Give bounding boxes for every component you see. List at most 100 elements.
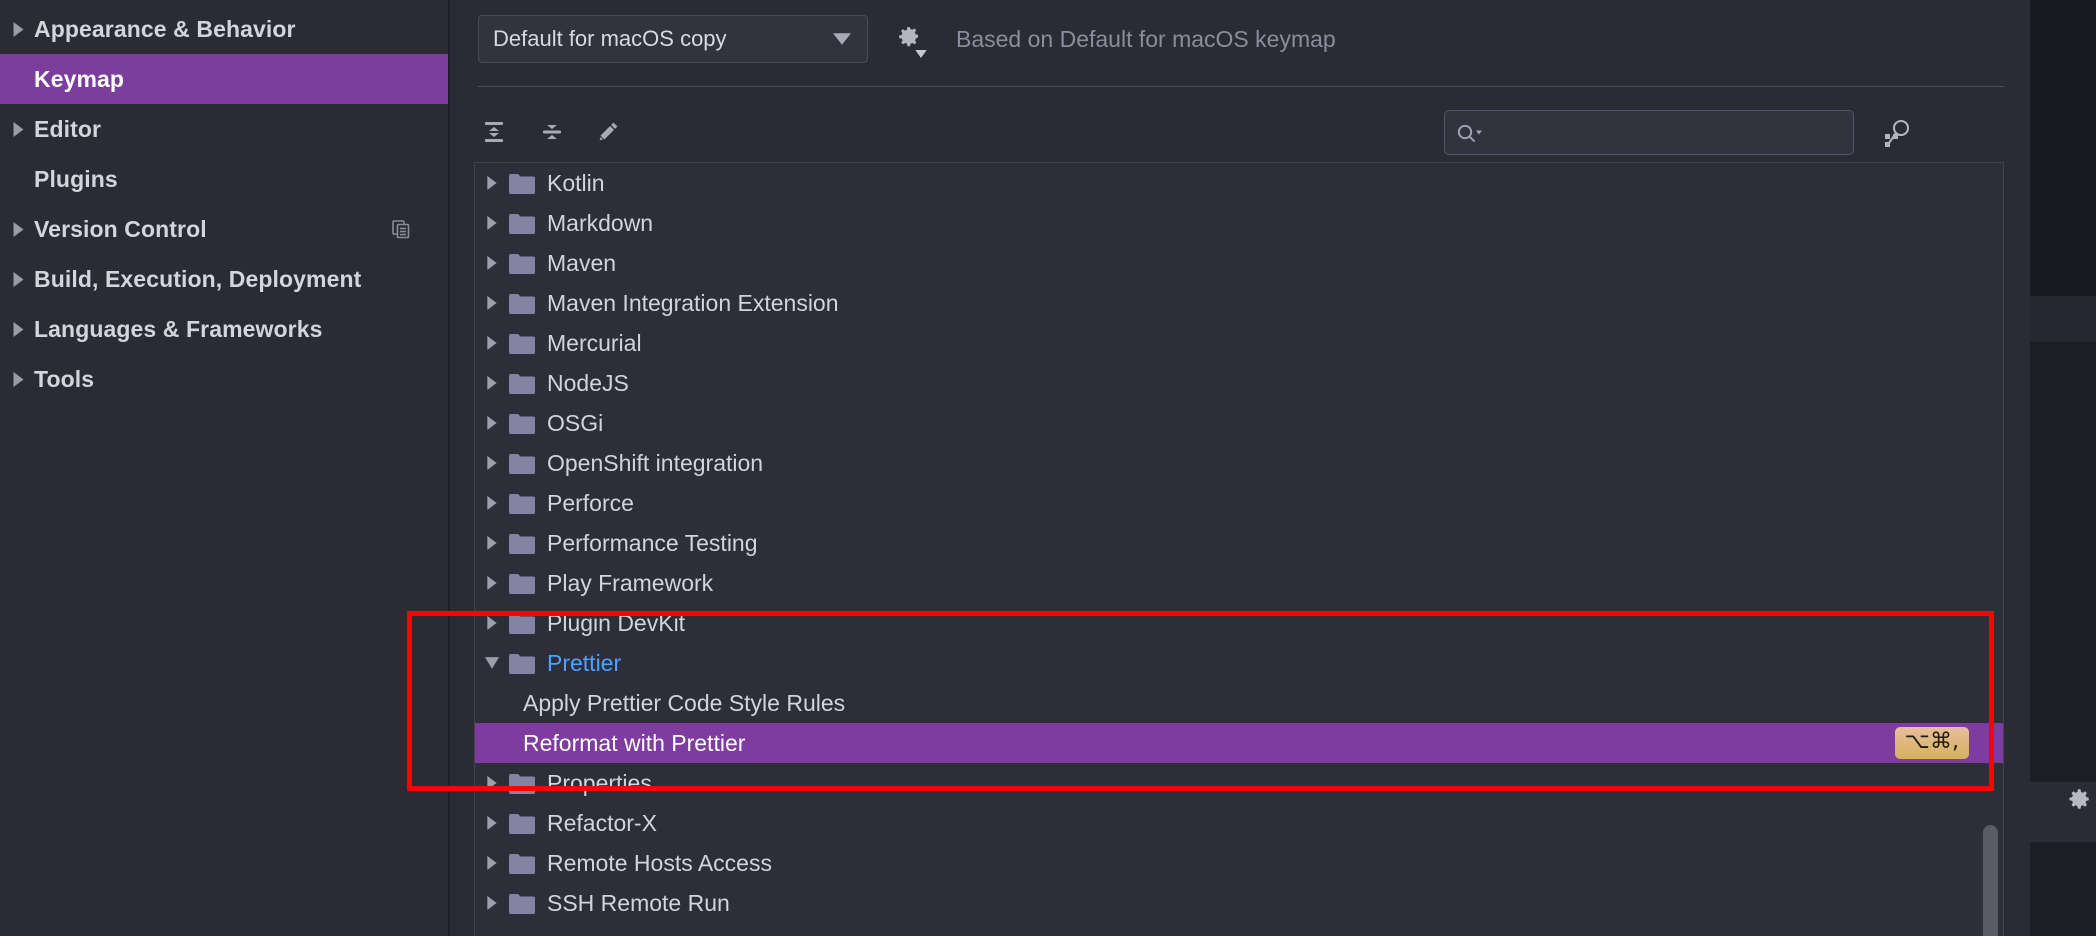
based-on-label: Based on Default for macOS keymap (956, 25, 1336, 52)
search-input[interactable] (1485, 120, 1843, 145)
background-band (2030, 0, 2096, 296)
tree-scrollbar-track[interactable] (1981, 163, 1999, 936)
triangle-right-icon[interactable] (475, 296, 509, 310)
keyboard-shortcut-badge: ⌥⌘, (1894, 727, 1969, 759)
tree-row-label: NodeJS (547, 369, 629, 396)
sidebar-item-plugins[interactable]: Plugins (0, 154, 448, 204)
sidebar-item-tools[interactable]: Tools (0, 354, 448, 404)
tree-row[interactable]: Plugin DevKit (475, 603, 2003, 643)
keymap-select[interactable]: Default for macOS copy (478, 15, 868, 63)
triangle-right-icon[interactable] (4, 21, 32, 37)
sidebar-item-build-execution-deployment[interactable]: Build, Execution, Deployment (0, 254, 448, 304)
tree-row[interactable]: Properties (475, 763, 2003, 803)
triangle-right-icon[interactable] (475, 376, 509, 390)
triangle-right-icon[interactable] (4, 371, 32, 387)
gear-icon[interactable] (2066, 786, 2092, 812)
triangle-right-icon[interactable] (475, 896, 509, 910)
tree-row[interactable]: Play Framework (475, 563, 2003, 603)
sidebar-item-keymap[interactable]: Keymap (0, 54, 448, 104)
tree-row[interactable]: OpenShift integration (475, 443, 2003, 483)
tree-row[interactable]: NodeJS (475, 363, 2003, 403)
tree-row[interactable]: Markdown (475, 203, 2003, 243)
folder-icon (509, 573, 539, 594)
search-field[interactable] (1444, 110, 1854, 155)
keymap-header-row: Default for macOS copy Based on Default … (452, 0, 2030, 78)
tree-row[interactable]: Maven Integration Extension (475, 283, 2003, 323)
tree-row-label: OpenShift integration (547, 449, 764, 476)
folder-icon (509, 653, 539, 674)
keymap-actions-tree[interactable]: Kotlin Markdown Maven Maven Integration … (474, 162, 2004, 936)
collapse-all-icon[interactable] (532, 112, 572, 152)
background-band (2030, 342, 2096, 782)
folder-icon (509, 253, 539, 274)
sidebar-item-label: Languages & Frameworks (34, 315, 323, 342)
expand-all-icon[interactable] (474, 112, 514, 152)
tree-row-prettier[interactable]: Prettier (475, 643, 2003, 683)
triangle-right-icon[interactable] (475, 176, 509, 190)
header-divider (478, 86, 2004, 87)
triangle-right-icon[interactable] (475, 536, 509, 550)
triangle-right-icon[interactable] (475, 456, 509, 470)
triangle-right-icon[interactable] (475, 216, 509, 230)
sidebar-item-languages-frameworks[interactable]: Languages & Frameworks (0, 304, 448, 354)
find-by-shortcut-icon[interactable] (1877, 114, 1917, 152)
folder-icon (509, 173, 539, 194)
triangle-right-icon[interactable] (4, 321, 32, 337)
chevron-down-icon[interactable] (833, 33, 851, 45)
tree-row[interactable]: Kotlin (475, 163, 2003, 203)
folder-icon (509, 333, 539, 354)
folder-icon (509, 533, 539, 554)
tree-row-label: Properties (547, 769, 652, 796)
folder-icon (509, 453, 539, 474)
settings-dialog: Appearance & Behavior Keymap Editor Plug… (0, 0, 2030, 936)
sidebar-item-appearance-behavior[interactable]: Appearance & Behavior (0, 4, 448, 54)
sidebar-item-editor[interactable]: Editor (0, 104, 448, 154)
tree-row[interactable]: SSH Remote Run (475, 883, 2003, 923)
sidebar-item-version-control[interactable]: Version Control (0, 204, 448, 254)
copy-icon[interactable] (390, 218, 412, 240)
tree-row-label: Remote Hosts Access (547, 849, 772, 876)
tree-row-label: SSH Remote Run (547, 889, 730, 916)
tree-row[interactable]: Maven (475, 243, 2003, 283)
folder-icon (509, 493, 539, 514)
tree-row-label: Maven Integration Extension (547, 289, 839, 316)
sidebar-item-label: Build, Execution, Deployment (34, 265, 362, 292)
tree-row[interactable]: Perforce (475, 483, 2003, 523)
tree-row[interactable]: Mercurial (475, 323, 2003, 363)
triangle-right-icon[interactable] (475, 336, 509, 350)
triangle-right-icon[interactable] (4, 121, 32, 137)
tree-row-label: Refactor-X (547, 809, 657, 836)
tree-row-action[interactable]: Apply Prettier Code Style Rules (475, 683, 2003, 723)
search-icon[interactable] (1455, 121, 1485, 145)
folder-icon (509, 373, 539, 394)
triangle-right-icon[interactable] (475, 256, 509, 270)
triangle-down-icon[interactable] (475, 657, 509, 669)
sidebar-item-label: Plugins (34, 165, 118, 192)
sidebar-item-label: Editor (34, 115, 102, 142)
folder-icon (509, 293, 539, 314)
tree-scrollbar-thumb[interactable] (1983, 825, 1998, 936)
triangle-right-icon[interactable] (4, 271, 32, 287)
pencil-edit-icon[interactable] (588, 112, 628, 152)
keymap-settings-gear-button[interactable] (894, 22, 928, 58)
keymap-settings-screen: Appearance & Behavior Keymap Editor Plug… (0, 0, 2096, 936)
chevron-down-icon[interactable] (915, 50, 927, 58)
triangle-right-icon[interactable] (475, 816, 509, 830)
triangle-right-icon[interactable] (475, 616, 509, 630)
triangle-right-icon[interactable] (475, 496, 509, 510)
tree-row-label: OSGi (547, 409, 604, 436)
triangle-right-icon[interactable] (4, 221, 32, 237)
triangle-right-icon[interactable] (475, 856, 509, 870)
tree-row[interactable]: Remote Hosts Access (475, 843, 2003, 883)
triangle-right-icon[interactable] (475, 776, 509, 790)
tree-row[interactable]: Performance Testing (475, 523, 2003, 563)
tree-row-reformat-with-prettier[interactable]: Reformat with Prettier ⌥⌘, (475, 723, 2003, 763)
tree-row[interactable]: Refactor-X (475, 803, 2003, 843)
settings-sidebar: Appearance & Behavior Keymap Editor Plug… (0, 0, 450, 936)
sidebar-item-label: Keymap (34, 65, 125, 92)
sidebar-item-label: Appearance & Behavior (34, 15, 296, 42)
triangle-right-icon[interactable] (475, 416, 509, 430)
triangle-right-icon[interactable] (475, 576, 509, 590)
folder-icon (509, 613, 539, 634)
tree-row[interactable]: OSGi (475, 403, 2003, 443)
